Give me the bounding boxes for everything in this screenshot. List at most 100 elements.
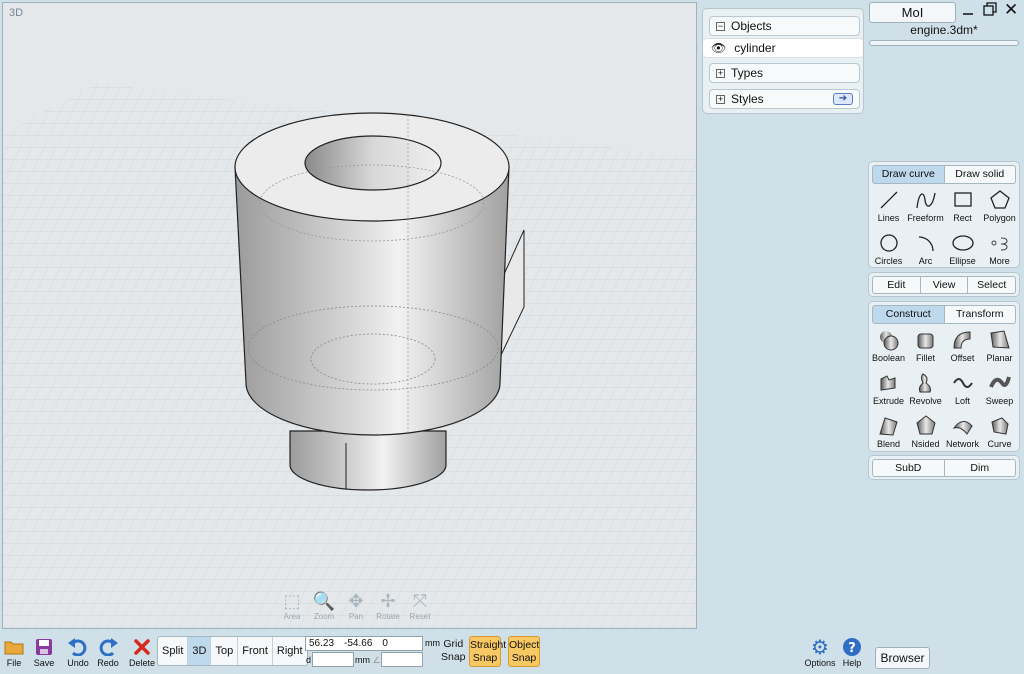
minimize-icon[interactable] [962,2,976,19]
viewport-3d[interactable]: 3D ⬚ Area 🔍 Zoom ✥ Pan ✢ Rotate ⤧ Reset [2,2,697,629]
curve-command[interactable]: Curve [981,412,1018,455]
area-icon: ⬚ [283,590,301,611]
app-menu-button[interactable]: MoI [869,2,956,23]
angle-icon: ∠ [372,655,381,665]
arrow-right-icon[interactable]: ➔ [833,93,853,105]
types-header[interactable]: + Types [709,63,860,83]
delete-button[interactable]: Delete [128,636,156,668]
tab-draw-solid[interactable]: Draw solid [944,165,1016,184]
rect-command[interactable]: Rect [944,186,981,229]
coord-x: 56.23 [309,638,335,649]
help-label: Help [842,658,862,668]
dim-button[interactable]: Dim [944,459,1016,477]
options-button[interactable]: ⚙ Options [803,636,837,669]
construct-panel: Construct Transform Boolean Fillet Offset P… [868,301,1020,452]
freeform-label: Freeform [907,213,944,223]
objects-header[interactable]: − Objects [709,16,860,36]
distance-unit: mm ∠ [355,655,381,665]
network-command[interactable]: Network [944,412,981,455]
circles-command[interactable]: Circles [870,229,907,272]
lines-command[interactable]: Lines [870,186,907,229]
sweep-command[interactable]: Sweep [981,369,1018,412]
planar-label: Planar [986,353,1013,363]
revolve-command[interactable]: Revolve [907,369,944,412]
revolve-icon [914,369,938,396]
curve-icon [988,412,1012,439]
reset-tool[interactable]: ⤧ Reset [406,590,434,622]
save-button[interactable]: Save [32,636,56,668]
fillet-command[interactable]: Fillet [907,326,944,369]
expand-icon: + [716,93,725,104]
straight-snap-toggle[interactable]: Straight Snap [469,636,506,667]
edit-button[interactable]: Edit [872,276,921,294]
view-3d-button[interactable]: 3D [187,637,211,665]
tab-draw-curve[interactable]: Draw curve [872,165,945,184]
close-icon[interactable]: ✕ [1004,0,1018,20]
loft-command[interactable]: Loft [944,369,981,412]
nsided-command[interactable]: Nsided [907,412,944,455]
select-button[interactable]: Select [968,276,1017,294]
circles-icon [878,229,900,256]
loft-icon [951,369,975,396]
file-button[interactable]: File [3,636,25,668]
view-split-button[interactable]: Split [158,637,187,665]
styles-header[interactable]: + Styles ➔ [709,89,860,109]
planar-icon [988,326,1012,353]
grid-snap-toggle[interactable]: Grid Snap [441,638,466,664]
nsided-label: Nsided [911,439,940,449]
save-icon [32,636,56,658]
extrude-label: Extrude [872,396,905,406]
boolean-command[interactable]: Boolean [870,326,907,369]
object-snap-label-2: Snap [511,652,537,664]
freeform-command[interactable]: Freeform [907,186,944,229]
restore-icon[interactable] [983,2,997,16]
styles-label: Styles [731,92,764,106]
subd-button[interactable]: SubD [872,459,945,477]
view-right-button[interactable]: Right [271,637,307,665]
view-front-button[interactable]: Front [237,637,272,665]
edit-view-select-bar: Edit View Select [868,272,1020,297]
reset-label: Reset [409,612,431,621]
angle-input[interactable] [381,652,423,667]
pan-tool[interactable]: ✥ Pan [342,590,370,622]
distance-label: d [306,655,312,665]
revolve-label: Revolve [909,396,942,406]
progress-bar [869,40,1019,46]
more-command[interactable]: More [981,229,1018,272]
tab-construct[interactable]: Construct [872,305,945,324]
zoom-tool[interactable]: 🔍 Zoom [310,590,338,622]
ellipse-command[interactable]: Ellipse [944,229,981,272]
boolean-label: Boolean [871,353,906,363]
area-tool[interactable]: ⬚ Area [278,590,306,622]
redo-icon [96,636,120,658]
offset-command[interactable]: Offset [944,326,981,369]
help-button[interactable]: ? Help [840,636,864,668]
scene-canvas [3,3,696,628]
view-top-button[interactable]: Top [210,637,237,665]
polygon-command[interactable]: Polygon [981,186,1018,229]
eye-icon[interactable]: 👁 [711,41,726,55]
planar-command[interactable]: Planar [981,326,1018,369]
view-button[interactable]: View [920,276,969,294]
tab-transform[interactable]: Transform [944,305,1016,324]
freeform-icon [915,186,937,213]
object-snap-toggle[interactable]: Object Snap [508,636,540,667]
view-nav-tools: ⬚ Area 🔍 Zoom ✥ Pan ✢ Rotate ⤧ Reset [278,590,434,622]
polygon-icon [989,186,1011,213]
object-item-cylinder[interactable]: 👁 cylinder [703,38,863,58]
undo-button[interactable]: Undo [66,636,90,668]
coordinate-readout[interactable]: 56.23 -54.66 0 [305,636,423,651]
browser-button[interactable]: Browser [875,647,930,669]
lines-icon [878,186,900,213]
rotate-tool[interactable]: ✢ Rotate [374,590,402,622]
redo-button[interactable]: Redo [96,636,120,668]
blend-command[interactable]: Blend [870,412,907,455]
arc-label: Arc [918,256,933,266]
arc-command[interactable]: Arc [907,229,944,272]
ellipse-label: Ellipse [949,256,976,266]
extrude-command[interactable]: Extrude [870,369,907,412]
more-label: More [989,256,1010,266]
coord-unit: mm [425,638,440,648]
coord-z: 0 [382,638,388,649]
distance-input[interactable] [312,652,354,667]
